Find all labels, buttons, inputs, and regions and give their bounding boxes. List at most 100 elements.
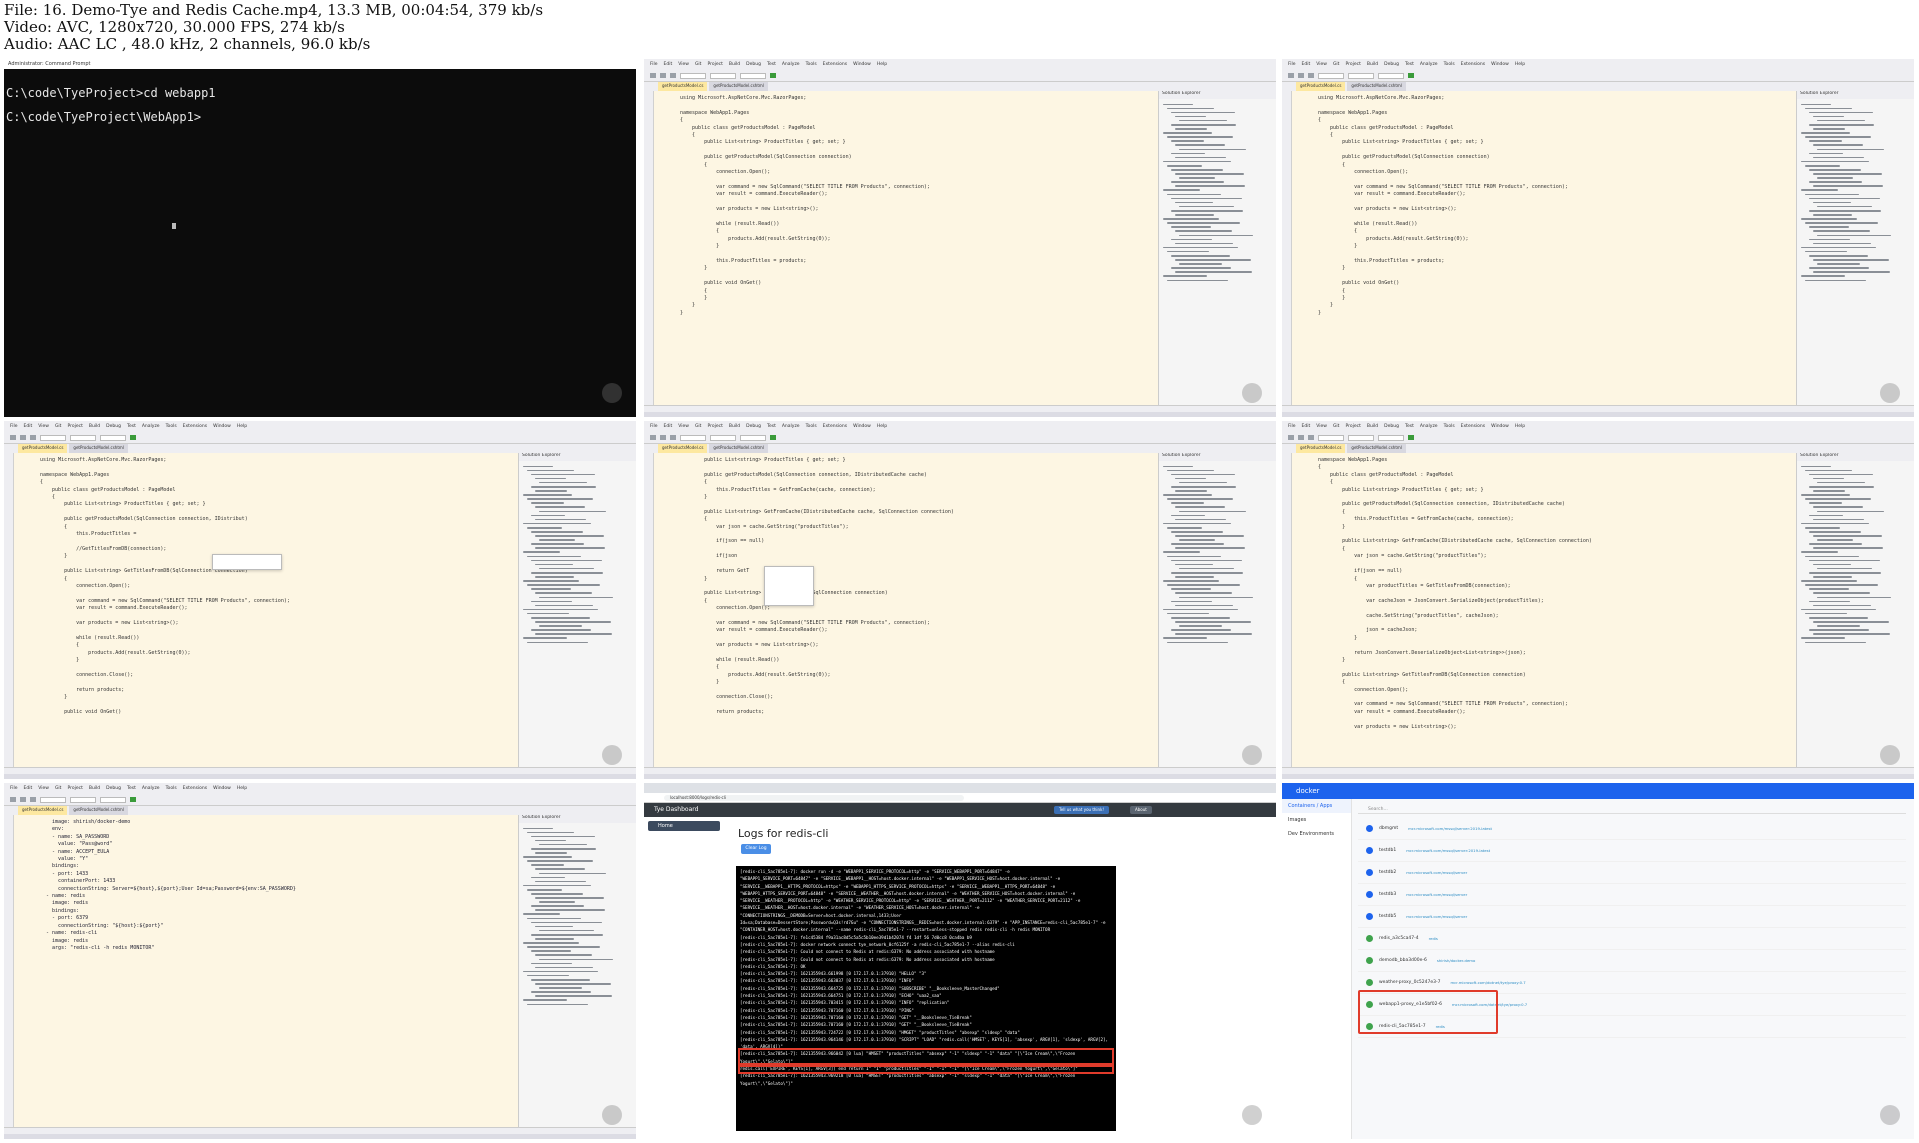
menu-item[interactable]: Test	[127, 786, 136, 791]
explorer-node[interactable]	[531, 629, 591, 631]
explorer-node[interactable]	[1175, 128, 1207, 130]
save-icon[interactable]	[670, 435, 676, 440]
explorer-node[interactable]	[539, 539, 575, 541]
explorer-node[interactable]	[1813, 604, 1871, 607]
explorer-node[interactable]	[527, 469, 574, 472]
explorer-node[interactable]	[527, 612, 569, 615]
explorer-node[interactable]	[1167, 641, 1228, 644]
explorer-node[interactable]	[1805, 222, 1878, 224]
explorer-node[interactable]	[531, 485, 596, 488]
menu-item[interactable]: Help	[1515, 62, 1525, 67]
explorer-node[interactable]	[1801, 637, 1845, 640]
menu-item[interactable]: Tools	[166, 424, 177, 429]
run-icon[interactable]	[1408, 435, 1414, 440]
explorer-node[interactable]	[1805, 279, 1866, 282]
back-icon[interactable]	[1288, 73, 1294, 78]
explorer-node[interactable]	[1179, 177, 1215, 179]
menu-item[interactable]: Test	[1405, 424, 1414, 429]
explorer-node[interactable]	[1801, 160, 1869, 163]
explorer-node[interactable]	[1813, 144, 1863, 147]
run-icon[interactable]	[1408, 73, 1414, 78]
explorer-node[interactable]	[1805, 555, 1859, 558]
config-select[interactable]	[1318, 72, 1344, 79]
menu-item[interactable]: Extensions	[823, 424, 847, 429]
container-image[interactable]: mcr.microsoft.com/mssql/server:2019-late…	[1406, 848, 1490, 853]
menu-item[interactable]: Analyze	[142, 424, 160, 429]
menu-item[interactable]: Test	[767, 424, 776, 429]
explorer-node[interactable]	[539, 901, 575, 903]
explorer-node[interactable]	[1817, 596, 1891, 599]
explorer-node[interactable]	[531, 847, 596, 850]
explorer-node[interactable]	[539, 596, 613, 599]
menu-item[interactable]: Debug	[746, 424, 761, 429]
tab-other[interactable]: getProductsModel.cshtml	[69, 806, 128, 815]
menu-item[interactable]: Debug	[106, 786, 121, 791]
clear-log-button[interactable]: Clear Log	[741, 844, 771, 854]
menu-item[interactable]: Debug	[1384, 62, 1399, 67]
explorer-node[interactable]	[1813, 242, 1871, 245]
explorer-node[interactable]	[523, 827, 553, 830]
explorer-node[interactable]	[523, 580, 579, 582]
explorer-node[interactable]	[523, 913, 560, 916]
explorer-node[interactable]	[1167, 193, 1221, 196]
explorer-node[interactable]	[1179, 510, 1246, 513]
startup-select[interactable]	[740, 434, 766, 441]
explorer-node[interactable]	[1179, 263, 1222, 265]
explorer-node[interactable]	[1809, 226, 1849, 228]
explorer-node[interactable]	[1163, 494, 1212, 496]
explorer-node[interactable]	[1171, 267, 1231, 269]
explorer-node[interactable]	[535, 477, 566, 480]
explorer-node[interactable]	[1805, 193, 1859, 196]
explorer-node[interactable]	[1179, 625, 1222, 627]
explorer-node[interactable]	[531, 835, 595, 838]
back-icon[interactable]	[10, 435, 16, 440]
explorer-node[interactable]	[531, 543, 584, 545]
explorer-node[interactable]	[535, 938, 574, 940]
container-image[interactable]: mcr.microsoft.com/mssql/server	[1406, 892, 1467, 897]
toolbox-strip[interactable]	[1282, 453, 1292, 767]
explorer-node[interactable]	[1175, 592, 1232, 594]
explorer-node[interactable]	[1175, 271, 1252, 273]
explorer-node[interactable]	[535, 868, 585, 871]
explorer-node[interactable]	[1813, 271, 1890, 273]
explorer-node[interactable]	[531, 473, 595, 476]
container-row[interactable]: redis_a3c5ca47-4 redis	[1358, 928, 1906, 950]
toolbox-strip[interactable]	[644, 453, 654, 767]
menu-item[interactable]: Window	[1491, 62, 1509, 67]
menu-item[interactable]: Analyze	[1420, 424, 1438, 429]
explorer-node[interactable]	[531, 893, 583, 895]
explorer-node[interactable]	[1805, 612, 1847, 615]
explorer-node[interactable]	[1813, 490, 1845, 492]
explorer-node[interactable]	[531, 531, 583, 533]
explorer-node[interactable]	[1809, 543, 1862, 545]
explorer-node[interactable]	[1175, 490, 1207, 492]
menu-item[interactable]: Build	[729, 62, 740, 67]
explorer-node[interactable]	[1175, 506, 1225, 509]
platform-select[interactable]	[70, 796, 96, 803]
explorer-node[interactable]	[535, 995, 612, 997]
explorer-node[interactable]	[1179, 234, 1253, 237]
explorer-node[interactable]	[1175, 535, 1244, 537]
menu-item[interactable]: File	[650, 62, 658, 67]
explorer-node[interactable]	[1801, 580, 1857, 582]
code-editor[interactable]: using Microsoft.AspNetCore.Mvc.RazorPage…	[654, 91, 1158, 405]
explorer-node[interactable]	[1809, 169, 1861, 171]
tab-other[interactable]: getProductsModel.cshtml	[69, 444, 128, 453]
explorer-node[interactable]	[535, 535, 604, 537]
explorer-node[interactable]	[535, 897, 604, 899]
explorer-node[interactable]	[1809, 181, 1862, 183]
explorer-node[interactable]	[535, 852, 567, 854]
explorer-node[interactable]	[1167, 107, 1214, 110]
menu-item[interactable]: Analyze	[782, 424, 800, 429]
explorer-node[interactable]	[1175, 477, 1206, 480]
explorer-node[interactable]	[1175, 156, 1226, 159]
menu-item[interactable]: View	[38, 786, 49, 791]
search-input[interactable]: Search...	[1358, 805, 1906, 814]
explorer-node[interactable]	[1801, 246, 1876, 249]
explorer-node[interactable]	[527, 498, 593, 500]
save-icon[interactable]	[1308, 73, 1314, 78]
platform-select[interactable]	[70, 434, 96, 441]
forward-icon[interactable]	[660, 73, 666, 78]
container-image[interactable]: redis	[1429, 936, 1438, 941]
menu-item[interactable]: File	[1288, 62, 1296, 67]
